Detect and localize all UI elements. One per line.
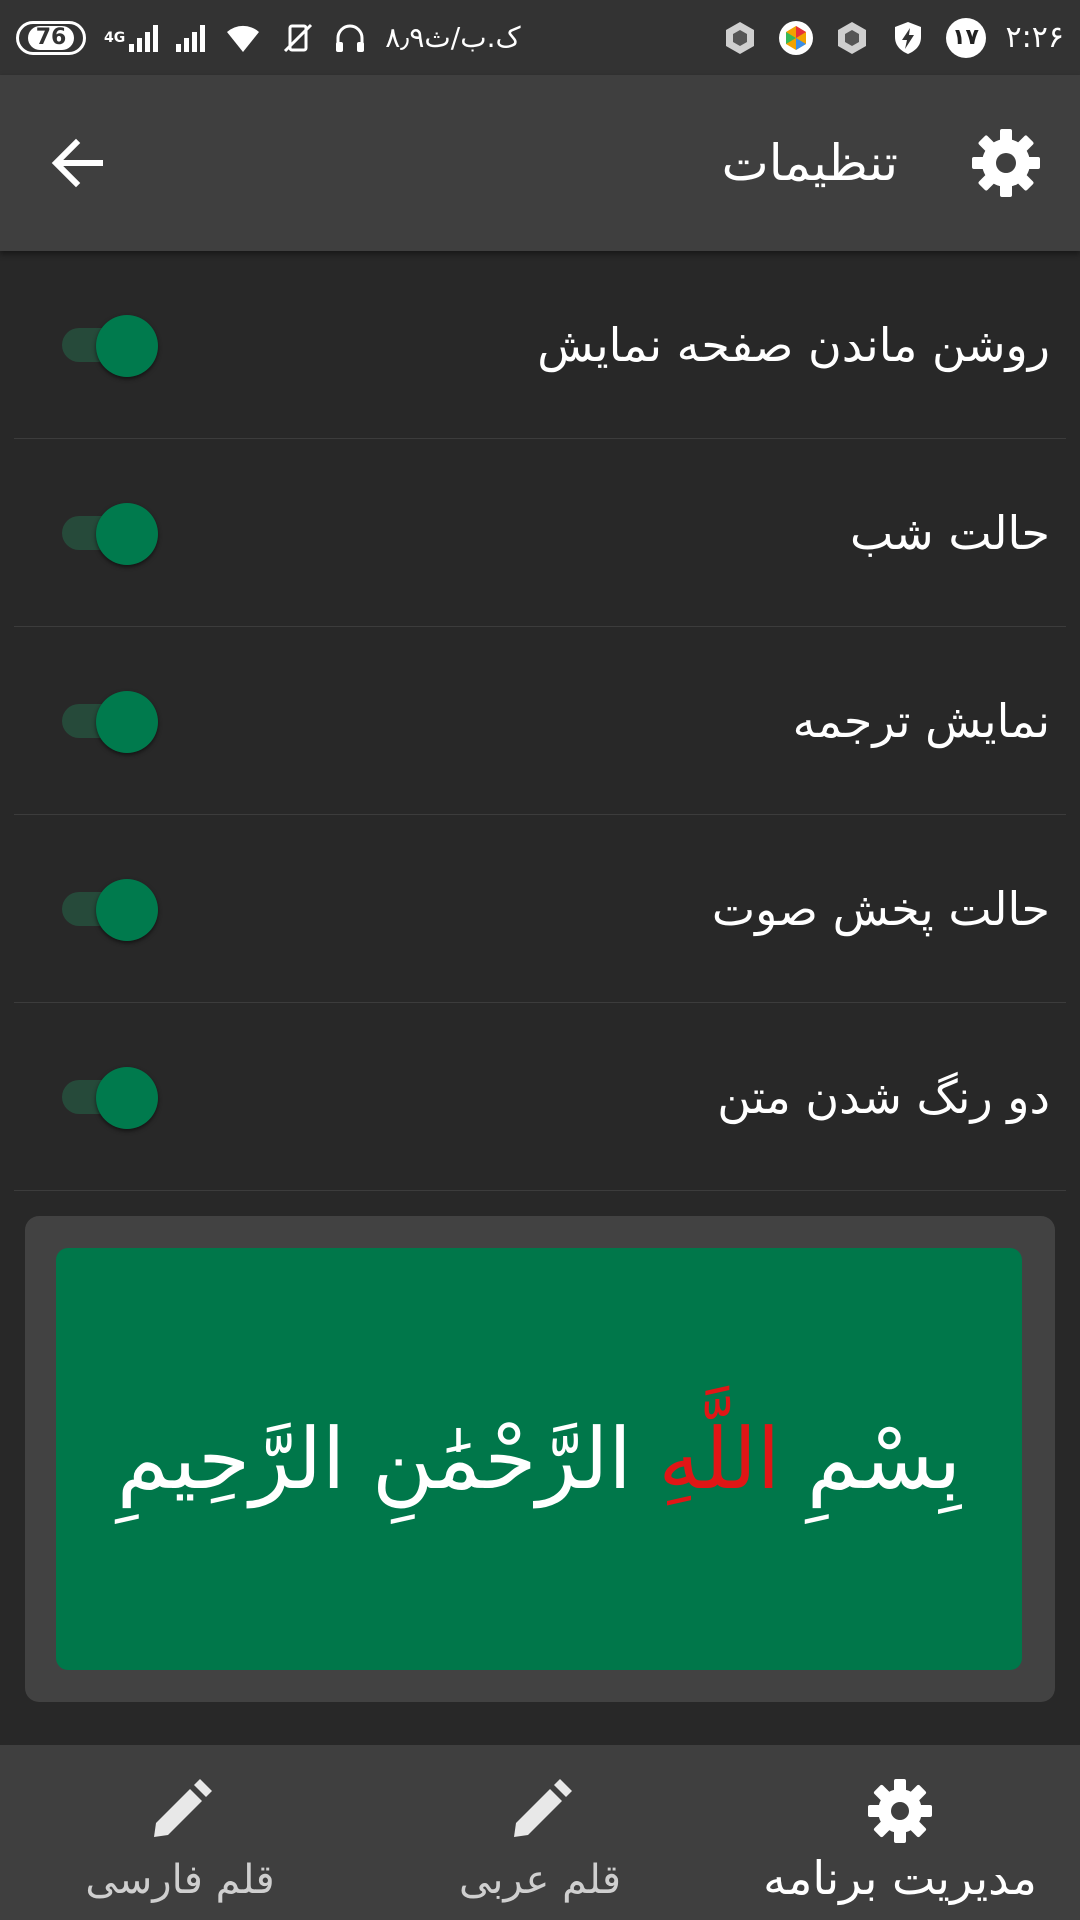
status-time: ۲:۲۶ xyxy=(1005,20,1064,55)
preview-text-end: الرَّحْمَٰنِ الرَّحِيمِ xyxy=(116,1410,659,1508)
status-right: ۱۷ ۲:۲۶ xyxy=(722,17,1064,58)
toggle-switch[interactable] xyxy=(62,503,160,565)
hexagon-icon-2 xyxy=(837,21,866,54)
settings-list: روشن ماندن صفحه نمایش حالت شب نمایش ترجم… xyxy=(14,251,1066,1191)
setting-row-audio-mode[interactable]: حالت پخش صوت xyxy=(14,815,1066,1003)
setting-row-screen-on[interactable]: روشن ماندن صفحه نمایش xyxy=(14,251,1066,439)
pencil-icon xyxy=(154,1779,212,1837)
headset-icon xyxy=(336,24,365,52)
setting-row-show-translation[interactable]: نمایش ترجمه xyxy=(14,627,1066,815)
nav-label: مدیریت برنامه xyxy=(763,1851,1037,1905)
setting-label: حالت پخش صوت xyxy=(711,882,1050,936)
toggle-switch[interactable] xyxy=(62,879,160,941)
setting-label: نمایش ترجمه xyxy=(792,694,1050,748)
bottom-navigation: قلم فارسی قلم عربی مدیریت برنامه xyxy=(0,1745,1080,1920)
nav-label: قلم فارسی xyxy=(85,1857,275,1903)
toggle-switch[interactable] xyxy=(62,691,160,753)
gear-icon[interactable] xyxy=(970,127,1042,199)
toggle-thumb xyxy=(96,503,158,565)
toggle-thumb xyxy=(96,691,158,753)
preview-text-start: بِسْمِ xyxy=(780,1410,962,1508)
signal-icon-2 xyxy=(176,24,206,52)
toggle-thumb xyxy=(96,879,158,941)
toggle-switch[interactable] xyxy=(62,1067,160,1129)
setting-row-two-color-text[interactable]: دو رنگ شدن متن xyxy=(14,1003,1066,1191)
hexagon-icon xyxy=(725,21,754,54)
setting-label: روشن ماندن صفحه نمایش xyxy=(537,318,1050,372)
signal-icon xyxy=(129,24,159,52)
shield-bolt-icon xyxy=(894,21,921,54)
status-bar: 76 4G ۸٫۹ک.ب/ث ۱۷ ۲:۲۶ xyxy=(0,0,1080,75)
toggle-switch[interactable] xyxy=(62,315,160,377)
setting-label: دو رنگ شدن متن xyxy=(717,1070,1050,1124)
nav-item-persian-font[interactable]: قلم فارسی xyxy=(0,1745,360,1920)
setting-label: حالت شب xyxy=(850,506,1050,560)
setting-row-night-mode[interactable]: حالت شب xyxy=(14,439,1066,627)
pencil-icon xyxy=(514,1779,572,1837)
preview-text: بِسْمِ اللَّهِ الرَّحْمَٰنِ الرَّحِيمِ xyxy=(117,1410,961,1508)
notification-count-icon: ۱۷ xyxy=(945,17,986,58)
status-left: 76 4G ۸٫۹ک.ب/ث xyxy=(16,20,521,55)
network-speed: ۸٫۹ک.ب/ث xyxy=(385,21,521,54)
colorful-app-icon xyxy=(778,20,813,55)
nav-label: قلم عربی xyxy=(458,1857,622,1903)
app-bar: تنظیمات xyxy=(0,75,1080,251)
page-title: تنظیمات xyxy=(721,134,898,192)
gear-icon xyxy=(868,1779,932,1843)
back-button[interactable] xyxy=(40,125,116,201)
nav-item-arabic-font[interactable]: قلم عربی xyxy=(360,1745,720,1920)
toggle-thumb xyxy=(96,1067,158,1129)
network-type: 4G xyxy=(104,29,126,46)
preview-text-highlight: اللَّهِ xyxy=(658,1410,781,1508)
preview-panel: بِسْمِ اللَّهِ الرَّحْمَٰنِ الرَّحِيمِ xyxy=(56,1248,1022,1670)
vibrate-off-icon xyxy=(284,23,313,52)
arrow-left-icon xyxy=(51,138,103,188)
toggle-thumb xyxy=(96,315,158,377)
preview-card: بِسْمِ اللَّهِ الرَّحْمَٰنِ الرَّحِيمِ xyxy=(25,1216,1055,1702)
wifi-icon xyxy=(227,25,260,52)
battery-icon: 76 xyxy=(16,20,86,55)
nav-item-app-management[interactable]: مدیریت برنامه xyxy=(720,1745,1080,1920)
battery-level: 76 xyxy=(27,25,75,50)
